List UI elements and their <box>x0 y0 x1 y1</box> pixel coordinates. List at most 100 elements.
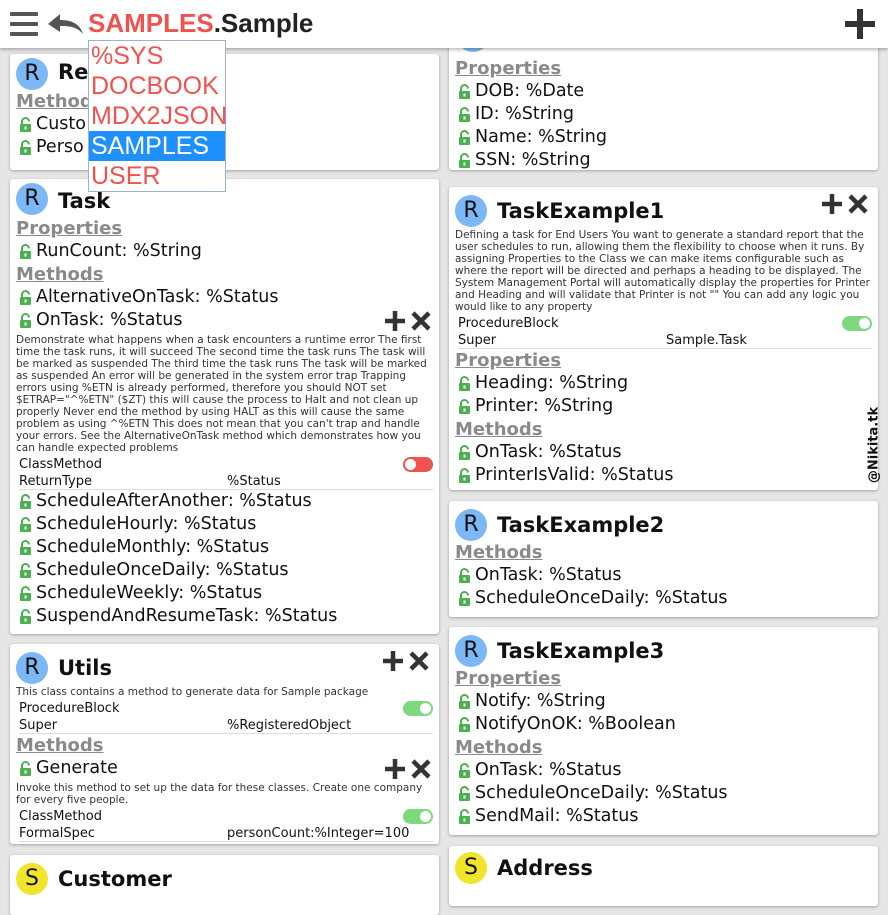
method-row[interactable]: ScheduleMonthly: %Status <box>10 536 439 559</box>
property-row[interactable]: Printer: %String <box>449 395 878 418</box>
lock-icon <box>18 140 34 156</box>
lock-icon <box>457 445 473 461</box>
methods-header: Methods <box>16 735 104 756</box>
namespace-option-selected[interactable]: SAMPLES <box>89 131 225 161</box>
method-description: Demonstrate what happens when a task enc… <box>16 334 427 454</box>
property-row[interactable]: Heading: %String <box>449 372 878 395</box>
class-card-utils: R Utils This class contains a method to … <box>10 644 439 844</box>
page-title: SAMPLES.Sample <box>88 8 313 39</box>
method-row[interactable]: ScheduleAfterAnother: %Status <box>10 490 439 513</box>
method-description: Invoke this method to set up the data fo… <box>16 782 423 806</box>
method-row[interactable]: SendMail: %Status <box>449 805 878 828</box>
method-row[interactable]: ScheduleOnceDaily: %Status <box>449 587 878 610</box>
properties-header: Properties <box>455 58 562 79</box>
add-remove-icons[interactable] <box>822 193 872 215</box>
namespace-option[interactable]: %SYS <box>89 41 225 71</box>
class-description: This class contains a method to generate… <box>16 686 369 698</box>
method-row[interactable]: ScheduleOnceDaily: %Status <box>10 559 439 582</box>
method-row[interactable]: ScheduleWeekly: %Status <box>10 582 439 605</box>
namespace-option[interactable]: DOCBOOK <box>89 71 225 101</box>
add-remove-icons[interactable] <box>385 310 435 332</box>
method-row[interactable]: OnTask: %Status <box>449 441 878 464</box>
procedureblock-toggle[interactable] <box>842 316 872 331</box>
class-type-badge: S <box>455 852 487 884</box>
class-name[interactable]: TaskExample2 <box>497 513 664 537</box>
lock-icon <box>18 117 34 133</box>
method-row[interactable]: ScheduleOnceDaily: %Status <box>449 782 878 805</box>
add-icon[interactable] <box>844 8 876 40</box>
properties-header: Properties <box>455 350 562 371</box>
package-name: .Sample <box>213 8 314 38</box>
property-row[interactable]: Notify: %String <box>449 690 878 713</box>
property-row[interactable]: DOB: %Date <box>449 80 878 103</box>
property-row[interactable]: RunCount: %String <box>10 240 439 263</box>
class-type-badge: R <box>16 652 48 684</box>
class-name[interactable]: Address <box>497 856 593 880</box>
lock-icon <box>18 761 34 777</box>
formalspec-row: FormalSpec personCount:%Integer=100 <box>19 825 433 842</box>
formalspec-value[interactable]: personCount:%Integer=100 <box>227 825 409 842</box>
super-value[interactable]: %RegisteredObject <box>227 717 351 734</box>
super-value[interactable]: Sample.Task <box>666 332 747 349</box>
methods-header: Methods <box>16 264 104 285</box>
classmethod-row: ClassMethod <box>19 456 433 473</box>
classmethod-row: ClassMethod <box>19 808 433 825</box>
property-row[interactable]: Name: %String <box>449 126 878 149</box>
watermark: @Nikita.tk <box>866 406 882 484</box>
lock-icon <box>457 786 473 802</box>
class-type-badge: R <box>16 183 48 215</box>
method-row[interactable]: AlternativeOnTask: %Status <box>10 286 439 309</box>
returntype-value[interactable]: %Status <box>227 473 281 490</box>
properties-header: Properties <box>455 668 562 689</box>
namespace-option[interactable]: MDX2JSON <box>89 101 227 131</box>
lock-icon <box>18 494 34 510</box>
add-remove-icons[interactable] <box>385 758 435 780</box>
menu-icon[interactable] <box>10 12 38 36</box>
lock-icon <box>18 313 34 329</box>
classmethod-toggle[interactable] <box>403 809 433 824</box>
method-row[interactable]: SuspendAndResumeTask: %Status <box>10 605 439 628</box>
method-row[interactable]: OnTask: %Status <box>449 759 878 782</box>
method-row[interactable]: PrinterIsValid: %Status <box>449 464 878 487</box>
class-type-badge: R <box>455 635 487 667</box>
method-row[interactable]: OnTask: %Status <box>10 309 439 332</box>
class-name[interactable]: Task <box>58 189 110 213</box>
lock-icon <box>457 568 473 584</box>
namespace-option[interactable]: USER <box>89 161 225 191</box>
namespace-selector[interactable]: SAMPLES <box>88 8 214 38</box>
lock-icon <box>457 694 473 710</box>
procedureblock-row: ProcedureBlock <box>19 700 433 717</box>
super-row: Super %RegisteredObject <box>19 717 433 734</box>
add-remove-icons[interactable] <box>383 650 433 672</box>
back-arrow-icon[interactable] <box>46 12 84 36</box>
class-card-customer: S Customer <box>10 855 439 915</box>
lock-icon <box>18 586 34 602</box>
methods-header: Methods <box>16 91 104 112</box>
methods-header: Methods <box>455 737 543 758</box>
class-name[interactable]: TaskExample3 <box>497 639 664 663</box>
lock-icon <box>457 399 473 415</box>
lock-icon <box>457 107 473 123</box>
method-row[interactable]: OnTask: %Status <box>449 564 878 587</box>
lock-icon <box>457 717 473 733</box>
lock-icon <box>18 290 34 306</box>
property-row[interactable]: SSN: %String <box>449 149 878 170</box>
lock-icon <box>18 540 34 556</box>
class-name[interactable]: Utils <box>58 656 112 680</box>
method-row[interactable]: Generate <box>10 757 439 780</box>
class-name[interactable]: Customer <box>58 867 172 891</box>
lock-icon <box>18 563 34 579</box>
class-card-taskexample3: R TaskExample3 Properties Notify: %Strin… <box>449 627 878 835</box>
namespace-dropdown: %SYS DOCBOOK MDX2JSON SAMPLES USER <box>88 40 227 192</box>
lock-icon <box>18 517 34 533</box>
class-name[interactable]: TaskExample1 <box>497 199 664 223</box>
properties-header: Properties <box>16 218 123 239</box>
property-row[interactable]: NotifyOnOK: %Boolean <box>449 713 878 736</box>
classmethod-toggle[interactable] <box>403 457 433 472</box>
procedureblock-toggle[interactable] <box>403 701 433 716</box>
method-row[interactable]: ScheduleHourly: %Status <box>10 513 439 536</box>
property-row[interactable]: ID: %String <box>449 103 878 126</box>
lock-icon <box>457 591 473 607</box>
class-type-badge: R <box>455 509 487 541</box>
class-name[interactable]: Re <box>58 60 88 84</box>
